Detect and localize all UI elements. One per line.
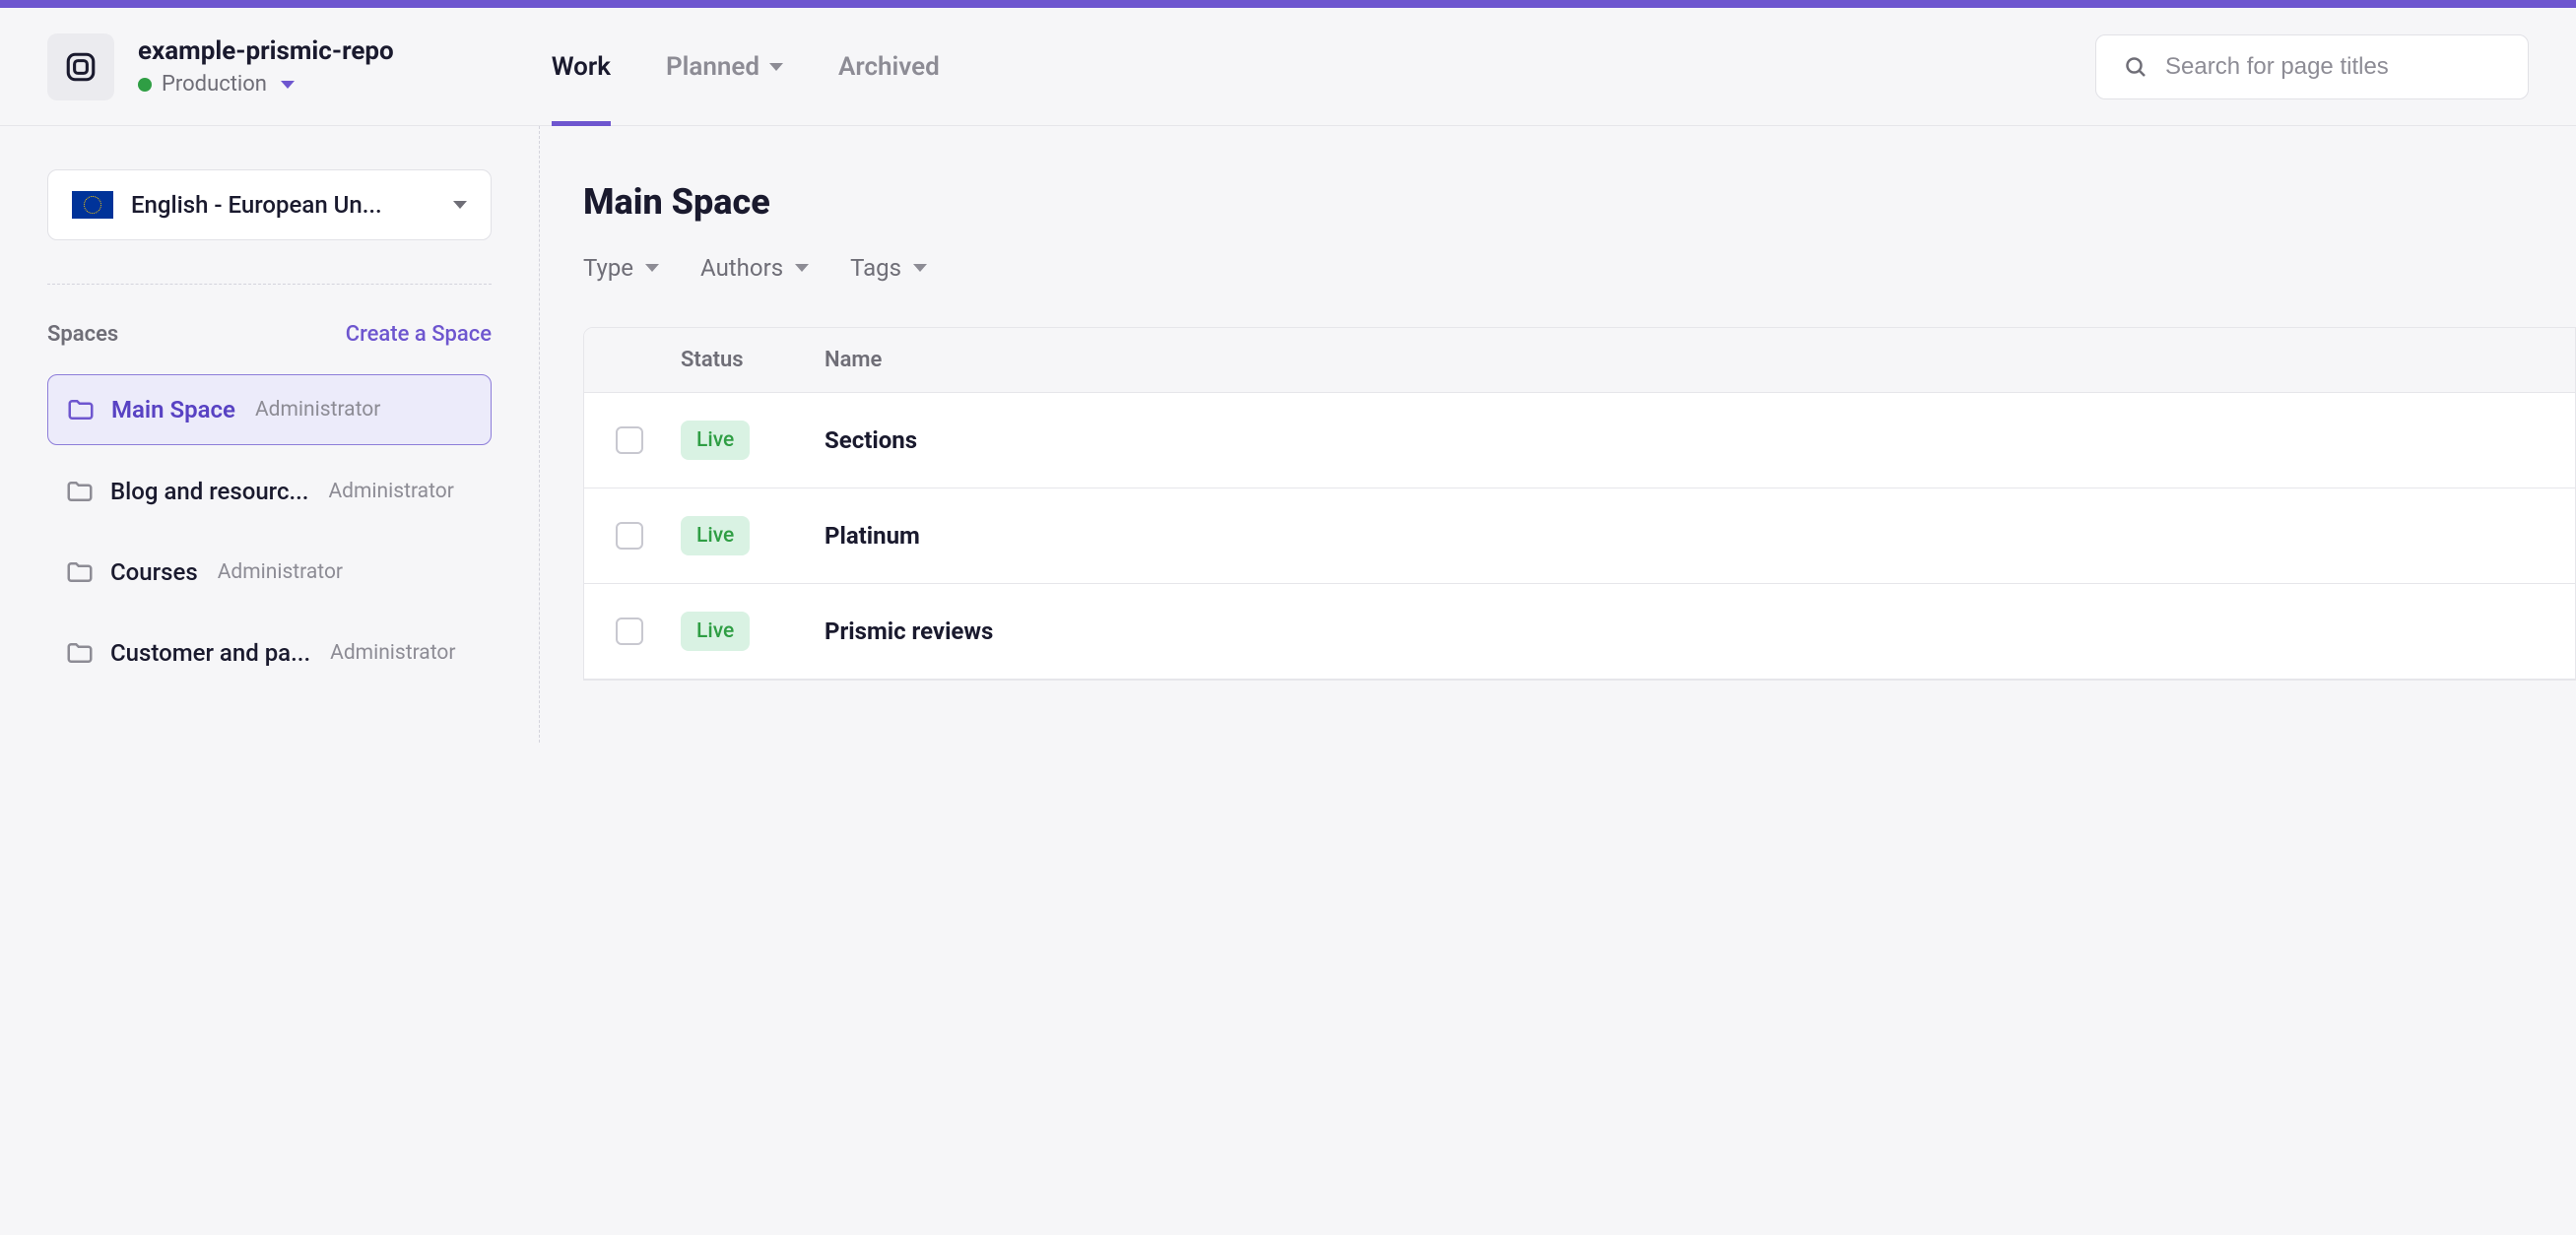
chevron-down-icon [769,63,783,71]
table-row[interactable]: Live Platinum [584,488,2575,584]
prismic-logo-icon [64,50,98,84]
nav-work-label: Work [552,52,611,82]
status-badge: Live [681,612,750,651]
status-badge: Live [681,421,750,460]
folder-icon [65,638,95,668]
header: example-prismic-repo Production Work Pla… [0,8,2576,126]
nav-archived-label: Archived [838,52,940,82]
nav-planned[interactable]: Planned [666,9,783,125]
page-title: Main Space [583,181,2576,223]
chevron-down-icon [453,201,467,209]
status-badge: Live [681,516,750,555]
space-role: Administrator [330,641,455,665]
table-row[interactable]: Live Prismic reviews [584,584,2575,680]
search-icon [2124,55,2147,79]
column-name[interactable]: Name [825,348,2575,372]
search-input[interactable] [2165,53,2500,81]
chevron-down-icon [281,81,295,89]
filter-type-label: Type [583,254,633,282]
chevron-down-icon [645,264,659,272]
filter-tags-label: Tags [850,254,901,282]
sidebar-divider [47,284,492,285]
filter-authors-label: Authors [700,254,783,282]
filter-tags[interactable]: Tags [850,254,927,282]
eu-flag-icon [72,191,113,219]
spaces-title: Spaces [47,322,118,347]
nav-planned-label: Planned [666,52,760,82]
environment-selector[interactable]: Production [138,72,394,97]
nav-archived[interactable]: Archived [838,9,940,125]
row-name: Prismic reviews [825,618,993,645]
space-name: Main Space [111,396,235,423]
repo-info: example-prismic-repo Production [138,36,394,97]
environment-status-dot [138,78,152,92]
locale-label: English - European Un... [131,191,435,219]
chevron-down-icon [795,264,809,272]
locale-picker[interactable]: English - European Un... [47,169,492,240]
environment-label: Production [162,72,267,97]
nav-work[interactable]: Work [552,9,611,125]
sidebar-space-main[interactable]: Main Space Administrator [47,374,492,445]
header-left: example-prismic-repo Production [47,33,394,100]
create-space-link[interactable]: Create a Space [346,322,492,347]
filter-authors[interactable]: Authors [700,254,809,282]
repo-name: example-prismic-repo [138,36,394,66]
body: English - European Un... Spaces Create a… [0,126,2576,743]
folder-icon [66,395,96,424]
table-header: Status Name [584,328,2575,393]
space-name: Blog and resourc... [110,478,308,505]
column-status[interactable]: Status [681,348,825,372]
row-checkbox[interactable] [616,522,643,550]
space-role: Administrator [218,560,343,584]
chevron-down-icon [913,264,927,272]
folder-icon [65,557,95,587]
space-name: Courses [110,558,198,586]
row-checkbox[interactable] [616,618,643,645]
space-role: Administrator [328,480,453,503]
sidebar: English - European Un... Spaces Create a… [0,126,540,743]
space-name: Customer and pa... [110,639,310,667]
table-row[interactable]: Live Sections [584,393,2575,488]
row-name: Sections [825,426,917,454]
spaces-header: Spaces Create a Space [47,322,492,347]
row-name: Platinum [825,522,920,550]
sidebar-space-customer[interactable]: Customer and pa... Administrator [47,618,492,687]
main-nav: Work Planned Archived [552,9,940,125]
sidebar-space-blog[interactable]: Blog and resourc... Administrator [47,457,492,526]
sidebar-space-courses[interactable]: Courses Administrator [47,538,492,607]
top-accent-bar [0,0,2576,8]
folder-icon [65,477,95,506]
repo-logo[interactable] [47,33,114,100]
filter-type[interactable]: Type [583,254,659,282]
space-role: Administrator [255,398,380,422]
documents-table: Status Name Live Sections Live Platinum … [583,327,2576,681]
row-checkbox[interactable] [616,426,643,454]
search-box[interactable] [2095,34,2529,99]
main-content: Main Space Type Authors Tags Status Name [540,126,2576,743]
filter-bar: Type Authors Tags [583,254,2576,282]
